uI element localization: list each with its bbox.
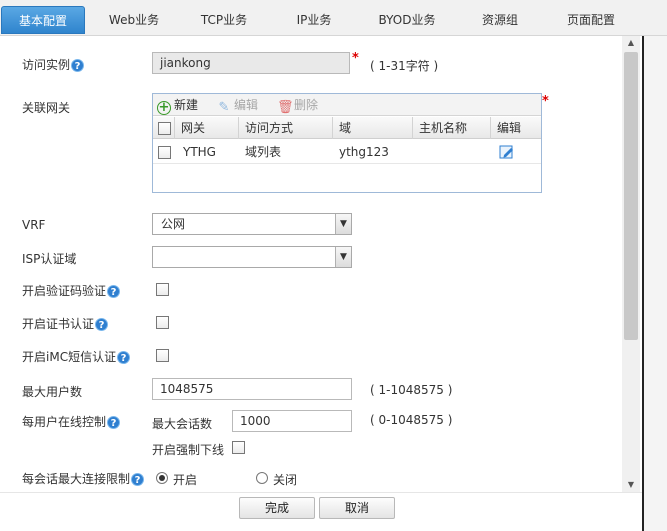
force-offline-label: 开启强制下线 bbox=[152, 443, 225, 457]
cert-label: 开启证书认证? bbox=[22, 315, 109, 332]
force-offline-checkbox[interactable] bbox=[232, 441, 245, 454]
edit-icon: ✎ bbox=[218, 100, 230, 115]
cell-gateway: YTHG bbox=[183, 145, 216, 159]
cancel-button[interactable]: 取消 bbox=[319, 497, 395, 519]
help-icon[interactable]: ? bbox=[107, 285, 121, 298]
column-gateway: 网关 bbox=[175, 117, 239, 139]
imc-checkbox[interactable] bbox=[156, 349, 169, 362]
tab-byod-service[interactable]: BYOD业务 bbox=[362, 6, 452, 34]
scroll-down-arrow-icon[interactable]: ▼ bbox=[622, 478, 640, 492]
chevron-down-icon: ▼ bbox=[335, 247, 351, 267]
delete-button-label: 删除 bbox=[294, 98, 319, 112]
conn-limit-on-label: 开启 bbox=[173, 473, 198, 487]
vrf-label: VRF bbox=[22, 218, 46, 232]
scroll-up-arrow-icon[interactable]: ▲ bbox=[622, 36, 640, 50]
required-mark: * bbox=[542, 94, 549, 109]
captcha-label-text: 开启验证码验证 bbox=[22, 284, 107, 298]
delete-button[interactable]: 🗑删除 bbox=[277, 97, 319, 115]
trash-icon: 🗑 bbox=[277, 100, 294, 115]
instance-label-text: 访问实例 bbox=[22, 58, 71, 72]
window-edge bbox=[642, 36, 667, 531]
grid-toolbar: + 新建 ✎ 编辑 🗑删除 bbox=[153, 94, 541, 116]
cell-access-method: 域列表 bbox=[245, 145, 282, 159]
online-control-label: 每用户在线控制? bbox=[22, 413, 121, 430]
tab-ip-service[interactable]: IP业务 bbox=[272, 6, 356, 34]
conn-limit-on-radio[interactable] bbox=[156, 472, 168, 484]
select-all-cell bbox=[153, 117, 175, 139]
vertical-scrollbar[interactable]: ▲ ▼ bbox=[622, 36, 640, 492]
cert-label-text: 开启证书认证 bbox=[22, 317, 95, 331]
vrf-value: 公网 bbox=[161, 217, 186, 231]
instance-label: 访问实例? bbox=[22, 56, 85, 73]
row-edit-icon[interactable] bbox=[499, 144, 515, 160]
ok-button[interactable]: 完成 bbox=[239, 497, 315, 519]
new-button-label: 新建 bbox=[174, 98, 199, 112]
online-control-label-text: 每用户在线控制 bbox=[22, 415, 107, 429]
isp-select[interactable]: ▼ bbox=[152, 246, 352, 268]
tab-bar: 基本配置 Web业务 TCP业务 IP业务 BYOD业务 资源组 页面配置 bbox=[0, 0, 667, 36]
tab-tcp-service[interactable]: TCP业务 bbox=[182, 6, 266, 34]
imc-label-text: 开启iMC短信认证 bbox=[22, 350, 117, 364]
max-sessions-hint: ( 0-1048575 ) bbox=[370, 413, 453, 427]
max-sessions-label: 最大会话数 bbox=[152, 417, 213, 431]
button-bar: 完成 取消 bbox=[0, 492, 642, 531]
required-mark: * bbox=[352, 51, 359, 66]
max-users-input[interactable]: 1048575 bbox=[152, 378, 352, 400]
help-icon[interactable]: ? bbox=[95, 318, 109, 331]
captcha-label: 开启验证码验证? bbox=[22, 282, 121, 299]
isp-label: ISP认证域 bbox=[22, 252, 77, 266]
help-icon[interactable]: ? bbox=[107, 416, 121, 429]
tab-resource-group[interactable]: 资源组 bbox=[458, 6, 542, 34]
captcha-checkbox[interactable] bbox=[156, 283, 169, 296]
cert-checkbox[interactable] bbox=[156, 316, 169, 329]
cell-hostname bbox=[413, 140, 419, 164]
conn-limit-label-text: 每会话最大连接限制 bbox=[22, 472, 131, 486]
instance-input[interactable]: jiankong bbox=[152, 52, 350, 74]
table-row[interactable]: YTHG 域列表 ythg123 bbox=[153, 140, 541, 164]
cell-domain: ythg123 bbox=[339, 145, 389, 159]
imc-label: 开启iMC短信认证? bbox=[22, 348, 131, 365]
grid-header: 网关 访问方式 域 主机名称 编辑 bbox=[153, 117, 541, 139]
new-button[interactable]: + 新建 bbox=[157, 97, 199, 115]
tab-page-config[interactable]: 页面配置 bbox=[548, 6, 634, 34]
tab-basic-config[interactable]: 基本配置 bbox=[1, 6, 85, 34]
edit-button-label: 编辑 bbox=[234, 98, 259, 112]
column-edit: 编辑 bbox=[497, 121, 522, 135]
conn-limit-off-radio[interactable] bbox=[256, 472, 268, 484]
select-all-checkbox[interactable] bbox=[158, 122, 171, 135]
vrf-select[interactable]: 公网 ▼ bbox=[152, 213, 352, 235]
help-icon[interactable]: ? bbox=[117, 351, 131, 364]
column-hostname: 主机名称 bbox=[413, 117, 491, 139]
column-domain: 域 bbox=[333, 117, 413, 139]
help-icon[interactable]: ? bbox=[131, 473, 145, 486]
gateway-grid: + 新建 ✎ 编辑 🗑删除 网关 访问方式 域 主机名称 编辑 YTHG 域列表 y… bbox=[152, 93, 542, 193]
scrollbar-thumb[interactable] bbox=[624, 52, 638, 340]
tab-web-service[interactable]: Web业务 bbox=[92, 6, 176, 34]
max-sessions-input[interactable]: 1000 bbox=[232, 410, 352, 432]
help-icon[interactable]: ? bbox=[71, 59, 85, 72]
conn-limit-label: 每会话最大连接限制? bbox=[22, 470, 145, 487]
row-checkbox[interactable] bbox=[158, 146, 171, 159]
instance-hint: ( 1-31字符 ) bbox=[370, 59, 439, 73]
chevron-down-icon: ▼ bbox=[335, 214, 351, 234]
add-icon: + bbox=[157, 100, 171, 115]
edit-button[interactable]: ✎ 编辑 bbox=[217, 97, 259, 115]
max-users-label: 最大用户数 bbox=[22, 385, 83, 399]
max-users-hint: ( 1-1048575 ) bbox=[370, 383, 453, 397]
conn-limit-off-label: 关闭 bbox=[273, 473, 298, 487]
edit-icon bbox=[499, 145, 513, 159]
column-access-method: 访问方式 bbox=[239, 117, 333, 139]
gateway-label: 关联网关 bbox=[22, 101, 71, 115]
